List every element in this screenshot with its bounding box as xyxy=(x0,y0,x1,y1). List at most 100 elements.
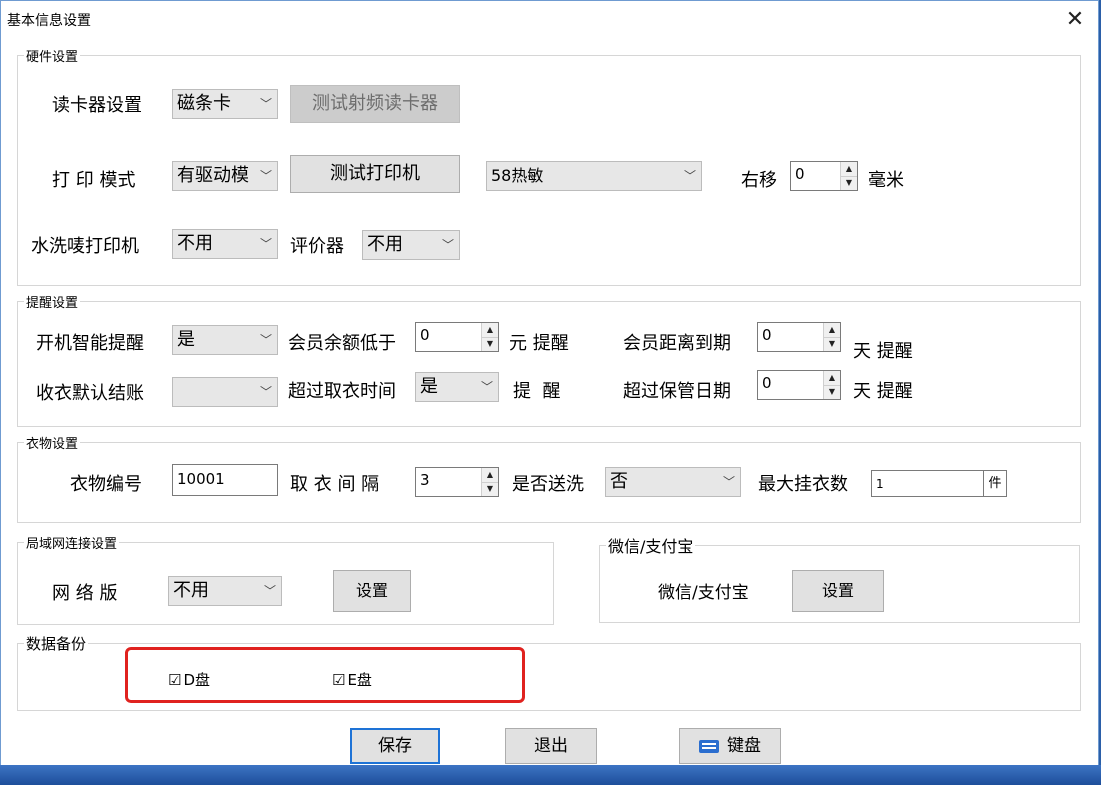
balance-stepper[interactable]: 0 ▲ ▼ xyxy=(415,322,499,352)
chevron-down-icon: ﹀ xyxy=(441,238,454,252)
expiry-value: 0 xyxy=(762,326,772,344)
chevron-down-icon: ﹀ xyxy=(480,380,493,394)
overdue-pickup-select[interactable]: 是 ﹀ xyxy=(415,372,499,402)
arrow-down-icon[interactable]: ▼ xyxy=(824,337,840,351)
card-reader-value: 磁条卡 xyxy=(177,93,231,114)
send-wash-label: 是否送洗 xyxy=(512,474,584,495)
lan-settings-button[interactable]: 设置 xyxy=(333,570,411,612)
evaluator-value: 不用 xyxy=(367,234,403,255)
max-hang-input[interactable]: 1 件 xyxy=(871,470,1007,497)
card-reader-label: 读卡器设置 xyxy=(52,95,142,116)
stepper-buttons[interactable]: ▲ ▼ xyxy=(823,323,840,351)
title-bar[interactable]: 基本信息设置 ✕ xyxy=(1,1,1098,39)
printer-type-select[interactable]: 58热敏 ﹀ xyxy=(486,161,702,191)
exit-button[interactable]: 退出 xyxy=(505,728,597,764)
save-button[interactable]: 保存 xyxy=(350,728,440,764)
test-printer-button[interactable]: 测试打印机 xyxy=(290,155,460,193)
payment-legend: 微信/支付宝 xyxy=(608,537,694,556)
evaluator-select[interactable]: 不用 ﹀ xyxy=(362,230,460,260)
overdue-storage-value: 0 xyxy=(762,374,772,392)
startup-reminder-select[interactable]: 是 ﹀ xyxy=(172,325,278,355)
arrow-up-icon[interactable]: ▲ xyxy=(824,371,840,386)
clothes-number-label: 衣物编号 xyxy=(70,474,142,495)
arrow-down-icon[interactable]: ▼ xyxy=(482,337,498,351)
overdue-pickup-unit: 提 醒 xyxy=(513,381,561,402)
settings-dialog: 基本信息设置 ✕ 硬件设置 读卡器设置 磁条卡 ﹀ 测试射频读卡器 打 印 模式… xyxy=(0,0,1099,767)
startup-reminder-label: 开机智能提醒 xyxy=(36,333,144,354)
send-wash-select[interactable]: 否 ﹀ xyxy=(605,467,741,497)
arrow-up-icon[interactable]: ▲ xyxy=(824,323,840,338)
max-hang-label: 最大挂衣数 xyxy=(758,474,848,495)
d-drive-label: D盘 xyxy=(183,671,211,689)
d-drive-checkbox[interactable]: ☑ D盘 xyxy=(168,669,210,690)
expiry-label: 会员距离到期 xyxy=(623,333,731,354)
shift-value: 0 xyxy=(795,165,805,183)
chevron-down-icon: ﹀ xyxy=(683,169,696,183)
network-label: 网 络 版 xyxy=(52,583,118,604)
keyboard-button[interactable]: 键盘 xyxy=(679,728,781,764)
expiry-unit: 天 提醒 xyxy=(853,341,913,362)
pickup-interval-stepper[interactable]: 3 ▲ ▼ xyxy=(415,467,499,497)
printer-type-value: 58热敏 xyxy=(491,166,544,185)
print-mode-value: 有驱动模 xyxy=(177,165,249,186)
hardware-legend: 硬件设置 xyxy=(26,50,79,65)
stepper-buttons[interactable]: ▲ ▼ xyxy=(840,162,857,190)
network-select[interactable]: 不用 ﹀ xyxy=(168,576,282,606)
overdue-pickup-label: 超过取衣时间 xyxy=(288,381,396,402)
checkout-select[interactable]: ﹀ xyxy=(172,377,278,407)
arrow-down-icon[interactable]: ▼ xyxy=(824,385,840,399)
expiry-stepper[interactable]: 0 ▲ ▼ xyxy=(757,322,841,352)
wash-label-printer-value: 不用 xyxy=(177,233,213,254)
chevron-down-icon: ﹀ xyxy=(263,584,276,598)
arrow-down-icon[interactable]: ▼ xyxy=(841,176,857,190)
payment-settings-button[interactable]: 设置 xyxy=(792,570,884,612)
chevron-down-icon: ﹀ xyxy=(259,237,272,251)
shift-unit: 毫米 xyxy=(868,170,904,191)
checkbox-checked-icon: ☑ xyxy=(332,671,346,689)
wash-label-printer-select[interactable]: 不用 ﹀ xyxy=(172,229,278,259)
send-wash-value: 否 xyxy=(610,471,628,492)
max-hang-unit: 件 xyxy=(983,471,1006,496)
balance-value: 0 xyxy=(420,326,430,344)
chevron-down-icon: ﹀ xyxy=(722,475,735,489)
overdue-storage-stepper[interactable]: 0 ▲ ▼ xyxy=(757,370,841,400)
keyboard-icon xyxy=(699,739,719,753)
payment-label: 微信/支付宝 xyxy=(658,583,749,603)
shift-stepper[interactable]: 0 ▲ ▼ xyxy=(790,161,858,191)
pickup-interval-label: 取 衣 间 隔 xyxy=(290,474,380,495)
test-rf-reader-button[interactable]: 测试射频读卡器 xyxy=(290,85,460,123)
clothes-legend: 衣物设置 xyxy=(26,437,79,452)
print-mode-select[interactable]: 有驱动模 ﹀ xyxy=(172,161,278,191)
card-reader-select[interactable]: 磁条卡 ﹀ xyxy=(172,89,278,119)
overdue-pickup-value: 是 xyxy=(420,376,438,397)
arrow-down-icon[interactable]: ▼ xyxy=(482,482,498,496)
chevron-down-icon: ﹀ xyxy=(259,97,272,111)
backup-legend: 数据备份 xyxy=(26,635,87,653)
close-button[interactable]: ✕ xyxy=(1052,1,1098,39)
pickup-interval-value: 3 xyxy=(420,471,430,489)
print-mode-label: 打 印 模式 xyxy=(52,170,136,191)
arrow-up-icon[interactable]: ▲ xyxy=(482,323,498,338)
balance-unit: 元 提醒 xyxy=(509,333,569,354)
shift-label: 右移 xyxy=(741,170,777,191)
keyboard-label: 键盘 xyxy=(727,736,761,756)
evaluator-label: 评价器 xyxy=(290,236,344,257)
stepper-buttons[interactable]: ▲ ▼ xyxy=(823,371,840,399)
wash-label-printer-label: 水洗唛打印机 xyxy=(31,236,139,257)
network-value: 不用 xyxy=(173,580,209,601)
startup-reminder-value: 是 xyxy=(177,329,195,350)
arrow-up-icon[interactable]: ▲ xyxy=(841,162,857,177)
overdue-storage-unit: 天 提醒 xyxy=(853,381,913,402)
arrow-up-icon[interactable]: ▲ xyxy=(482,468,498,483)
clothes-number-input[interactable]: 10001 xyxy=(172,464,278,496)
checkout-label: 收衣默认结账 xyxy=(36,383,144,404)
checkbox-checked-icon: ☑ xyxy=(168,671,182,689)
stepper-buttons[interactable]: ▲ ▼ xyxy=(481,468,498,496)
taskbar-edge xyxy=(0,765,1101,785)
chevron-down-icon: ﹀ xyxy=(259,385,272,399)
overdue-storage-label: 超过保管日期 xyxy=(623,381,731,402)
stepper-buttons[interactable]: ▲ ▼ xyxy=(481,323,498,351)
window-title: 基本信息设置 xyxy=(7,13,91,29)
lan-legend: 局域网连接设置 xyxy=(26,537,118,552)
e-drive-checkbox[interactable]: ☑ E盘 xyxy=(332,669,372,690)
